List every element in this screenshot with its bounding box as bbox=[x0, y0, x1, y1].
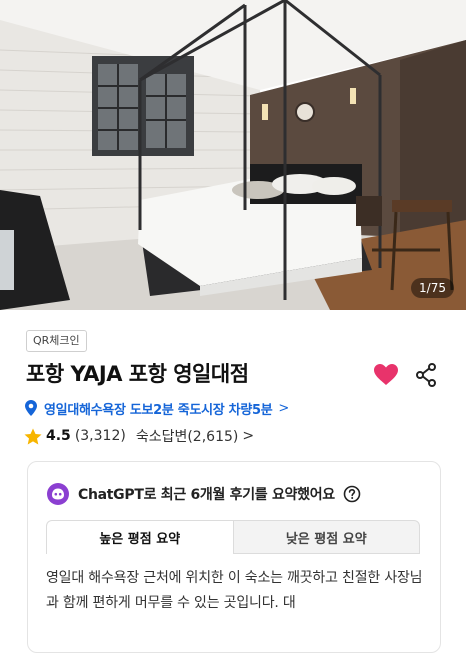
host-reply-count: 숙소답변(2,615) bbox=[135, 429, 239, 445]
review-summary-card: ChatGPT로 최근 6개월 후기를 요약했어요 높은 평점 요약 낮은 평점… bbox=[27, 461, 441, 653]
photo-counter: 1/75 bbox=[411, 278, 454, 298]
summary-text: 영일대 해수욕장 근처에 위치한 이 숙소는 깨끗하고 친절한 사장님과 함께 … bbox=[46, 570, 423, 611]
tab-high-rating-summary[interactable]: 높은 평점 요약 bbox=[46, 520, 234, 554]
hotel-title: 포항 YAJA 포항 영일대점 bbox=[26, 362, 249, 386]
share-icon[interactable] bbox=[414, 362, 438, 388]
location-link[interactable]: 영일대해수욕장 도보2분 죽도시장 차량5분 > bbox=[24, 398, 289, 418]
hotel-photo[interactable]: 1/75 bbox=[0, 0, 466, 310]
summary-tabs: 높은 평점 요약 낮은 평점 요약 bbox=[46, 520, 420, 554]
chevron-right-icon: > bbox=[278, 400, 290, 416]
summary-header: ChatGPT로 최근 6개월 후기를 요약했어요 bbox=[46, 480, 361, 508]
rating-row[interactable]: 4.5 (3,312) 숙소답변(2,615) > bbox=[24, 426, 254, 446]
chevron-right-icon: > bbox=[242, 428, 255, 444]
summary-title: ChatGPT로 최근 6개월 후기를 요약했어요 bbox=[78, 487, 335, 503]
heart-icon[interactable] bbox=[373, 363, 399, 387]
chatgpt-icon bbox=[47, 483, 69, 505]
rating-count: (3,312) bbox=[74, 428, 126, 444]
rating-score: 4.5 bbox=[46, 428, 71, 444]
location-text: 영일대해수욕장 도보2분 죽도시장 차량5분 bbox=[44, 402, 273, 418]
room-photo-illustration bbox=[0, 0, 466, 310]
tab-low-rating-summary[interactable]: 낮은 평점 요약 bbox=[233, 520, 420, 554]
location-pin-icon bbox=[25, 400, 37, 416]
star-icon bbox=[24, 428, 42, 444]
help-icon[interactable] bbox=[343, 485, 361, 503]
qr-checkin-badge: QR체크인 bbox=[26, 330, 87, 352]
